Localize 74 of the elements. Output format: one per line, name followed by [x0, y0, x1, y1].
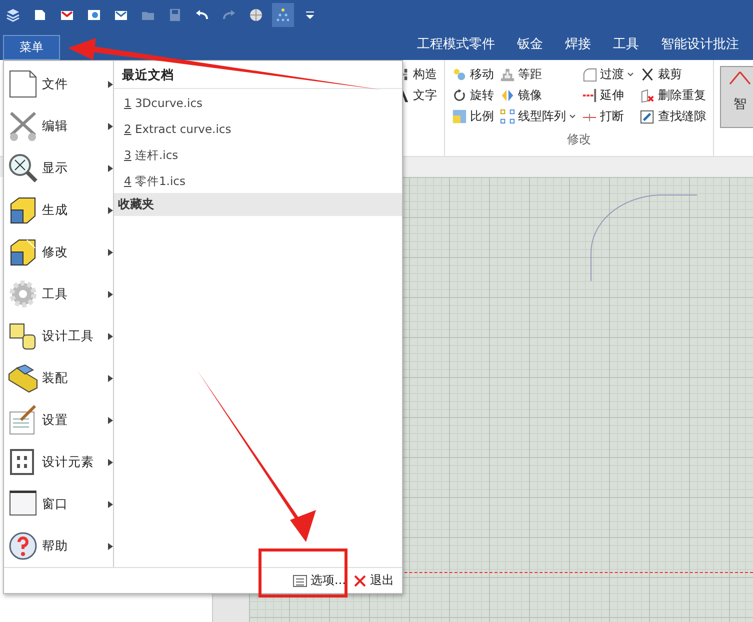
ribbon-tab[interactable]: 钣金 — [506, 30, 554, 60]
chevron-icon — [569, 114, 576, 119]
close-icon — [354, 574, 366, 586]
tree-icon[interactable] — [272, 3, 294, 27]
recent-file[interactable]: 2 Extract curve.ics — [114, 115, 402, 141]
section-heading: 收藏夹 — [114, 193, 402, 216]
extend-icon — [582, 88, 597, 103]
ribbon-button[interactable]: 过渡 — [580, 64, 636, 85]
ribbon-tab[interactable]: 工具 — [602, 30, 650, 60]
submenu-arrow-icon — [108, 542, 113, 550]
mirror-icon — [500, 88, 515, 103]
menu-item[interactable]: 设置 — [7, 399, 113, 441]
recent-file[interactable]: 4 零件1.ics — [114, 167, 402, 193]
submenu-arrow-icon — [108, 416, 113, 424]
submenu-arrow-icon — [108, 374, 113, 382]
page-icon — [7, 68, 39, 100]
help-icon — [7, 530, 39, 562]
ribbon-large-button[interactable]: 智 — [720, 66, 753, 128]
delete-icon — [640, 88, 655, 103]
ribbon-tab[interactable]: 工程模式零件 — [406, 30, 506, 60]
menu-item[interactable]: 生成 — [7, 189, 113, 231]
submenu-arrow-icon — [108, 80, 113, 88]
submenu-arrow-icon — [108, 122, 113, 130]
menu-item[interactable]: 显示 — [7, 147, 113, 189]
menu-item[interactable]: 设计工具 — [7, 315, 113, 357]
offset-icon — [500, 67, 515, 82]
circles-icon — [452, 67, 467, 82]
wrench-icon — [640, 109, 655, 124]
ribbon-button[interactable]: 移动 — [450, 64, 496, 85]
ribbon-button[interactable]: 比例 — [450, 106, 496, 127]
submenu-arrow-icon — [108, 290, 113, 298]
submenu-arrow-icon — [108, 458, 113, 466]
recent-file[interactable]: 1 3Dcurve.ics — [114, 89, 402, 115]
submenu-arrow-icon — [108, 500, 113, 508]
menu-item[interactable]: 工具 — [7, 273, 113, 315]
pattern-icon — [500, 109, 515, 124]
ribbon-button[interactable]: 旋转 — [450, 85, 496, 106]
menu-button[interactable]: 菜单 — [3, 35, 60, 60]
ribbon-button[interactable]: 等距 — [498, 64, 578, 85]
scissors-icon — [7, 110, 39, 142]
ribbon-button[interactable]: 镜像 — [498, 85, 578, 106]
submenu-arrow-icon — [108, 206, 113, 214]
menu-item[interactable]: 帮助 — [7, 525, 113, 567]
exit-button[interactable]: 退出 — [352, 572, 396, 589]
recent-file[interactable]: 3 连杆.ics — [114, 141, 402, 167]
menu-item[interactable]: 修改 — [7, 231, 113, 273]
menu-item[interactable]: 窗口 — [7, 483, 113, 525]
menu-item[interactable]: 装配 — [7, 357, 113, 399]
menu-item[interactable]: 编辑 — [7, 105, 113, 147]
brush-icon — [7, 404, 39, 436]
ribbon-button[interactable]: 线型阵列 — [498, 106, 578, 127]
rotate-icon — [452, 88, 467, 103]
zoom-icon — [7, 152, 39, 184]
ribbon-button[interactable]: 打断 — [580, 106, 636, 127]
square-icon — [452, 109, 467, 124]
options-button[interactable]: 选项... — [290, 572, 348, 589]
ribbon-tab[interactable]: 焊接 — [554, 30, 602, 60]
ribbon-button[interactable]: 查找缝隙 — [638, 106, 708, 127]
scissors-icon — [640, 67, 655, 82]
group-label: 修改 — [566, 131, 592, 148]
ribbon-tab[interactable]: 智能设计批注 — [650, 30, 750, 60]
gear-icon — [7, 278, 39, 310]
chevron-icon — [627, 72, 634, 77]
ribbon-button[interactable]: 延伸 — [580, 85, 636, 106]
menu-item[interactable]: 文件 — [7, 63, 113, 105]
submenu-arrow-icon — [108, 332, 113, 340]
ribbon-button[interactable]: 裁剪 — [638, 64, 708, 85]
fillet-icon — [582, 67, 597, 82]
menu-item[interactable]: 设计元素 — [7, 441, 113, 483]
submenu-arrow-icon — [108, 248, 113, 256]
list-icon — [292, 574, 307, 586]
ribbon-button[interactable]: 删除重复 — [638, 85, 708, 106]
submenu-arrow-icon — [108, 164, 113, 172]
blocks-icon — [7, 362, 39, 394]
